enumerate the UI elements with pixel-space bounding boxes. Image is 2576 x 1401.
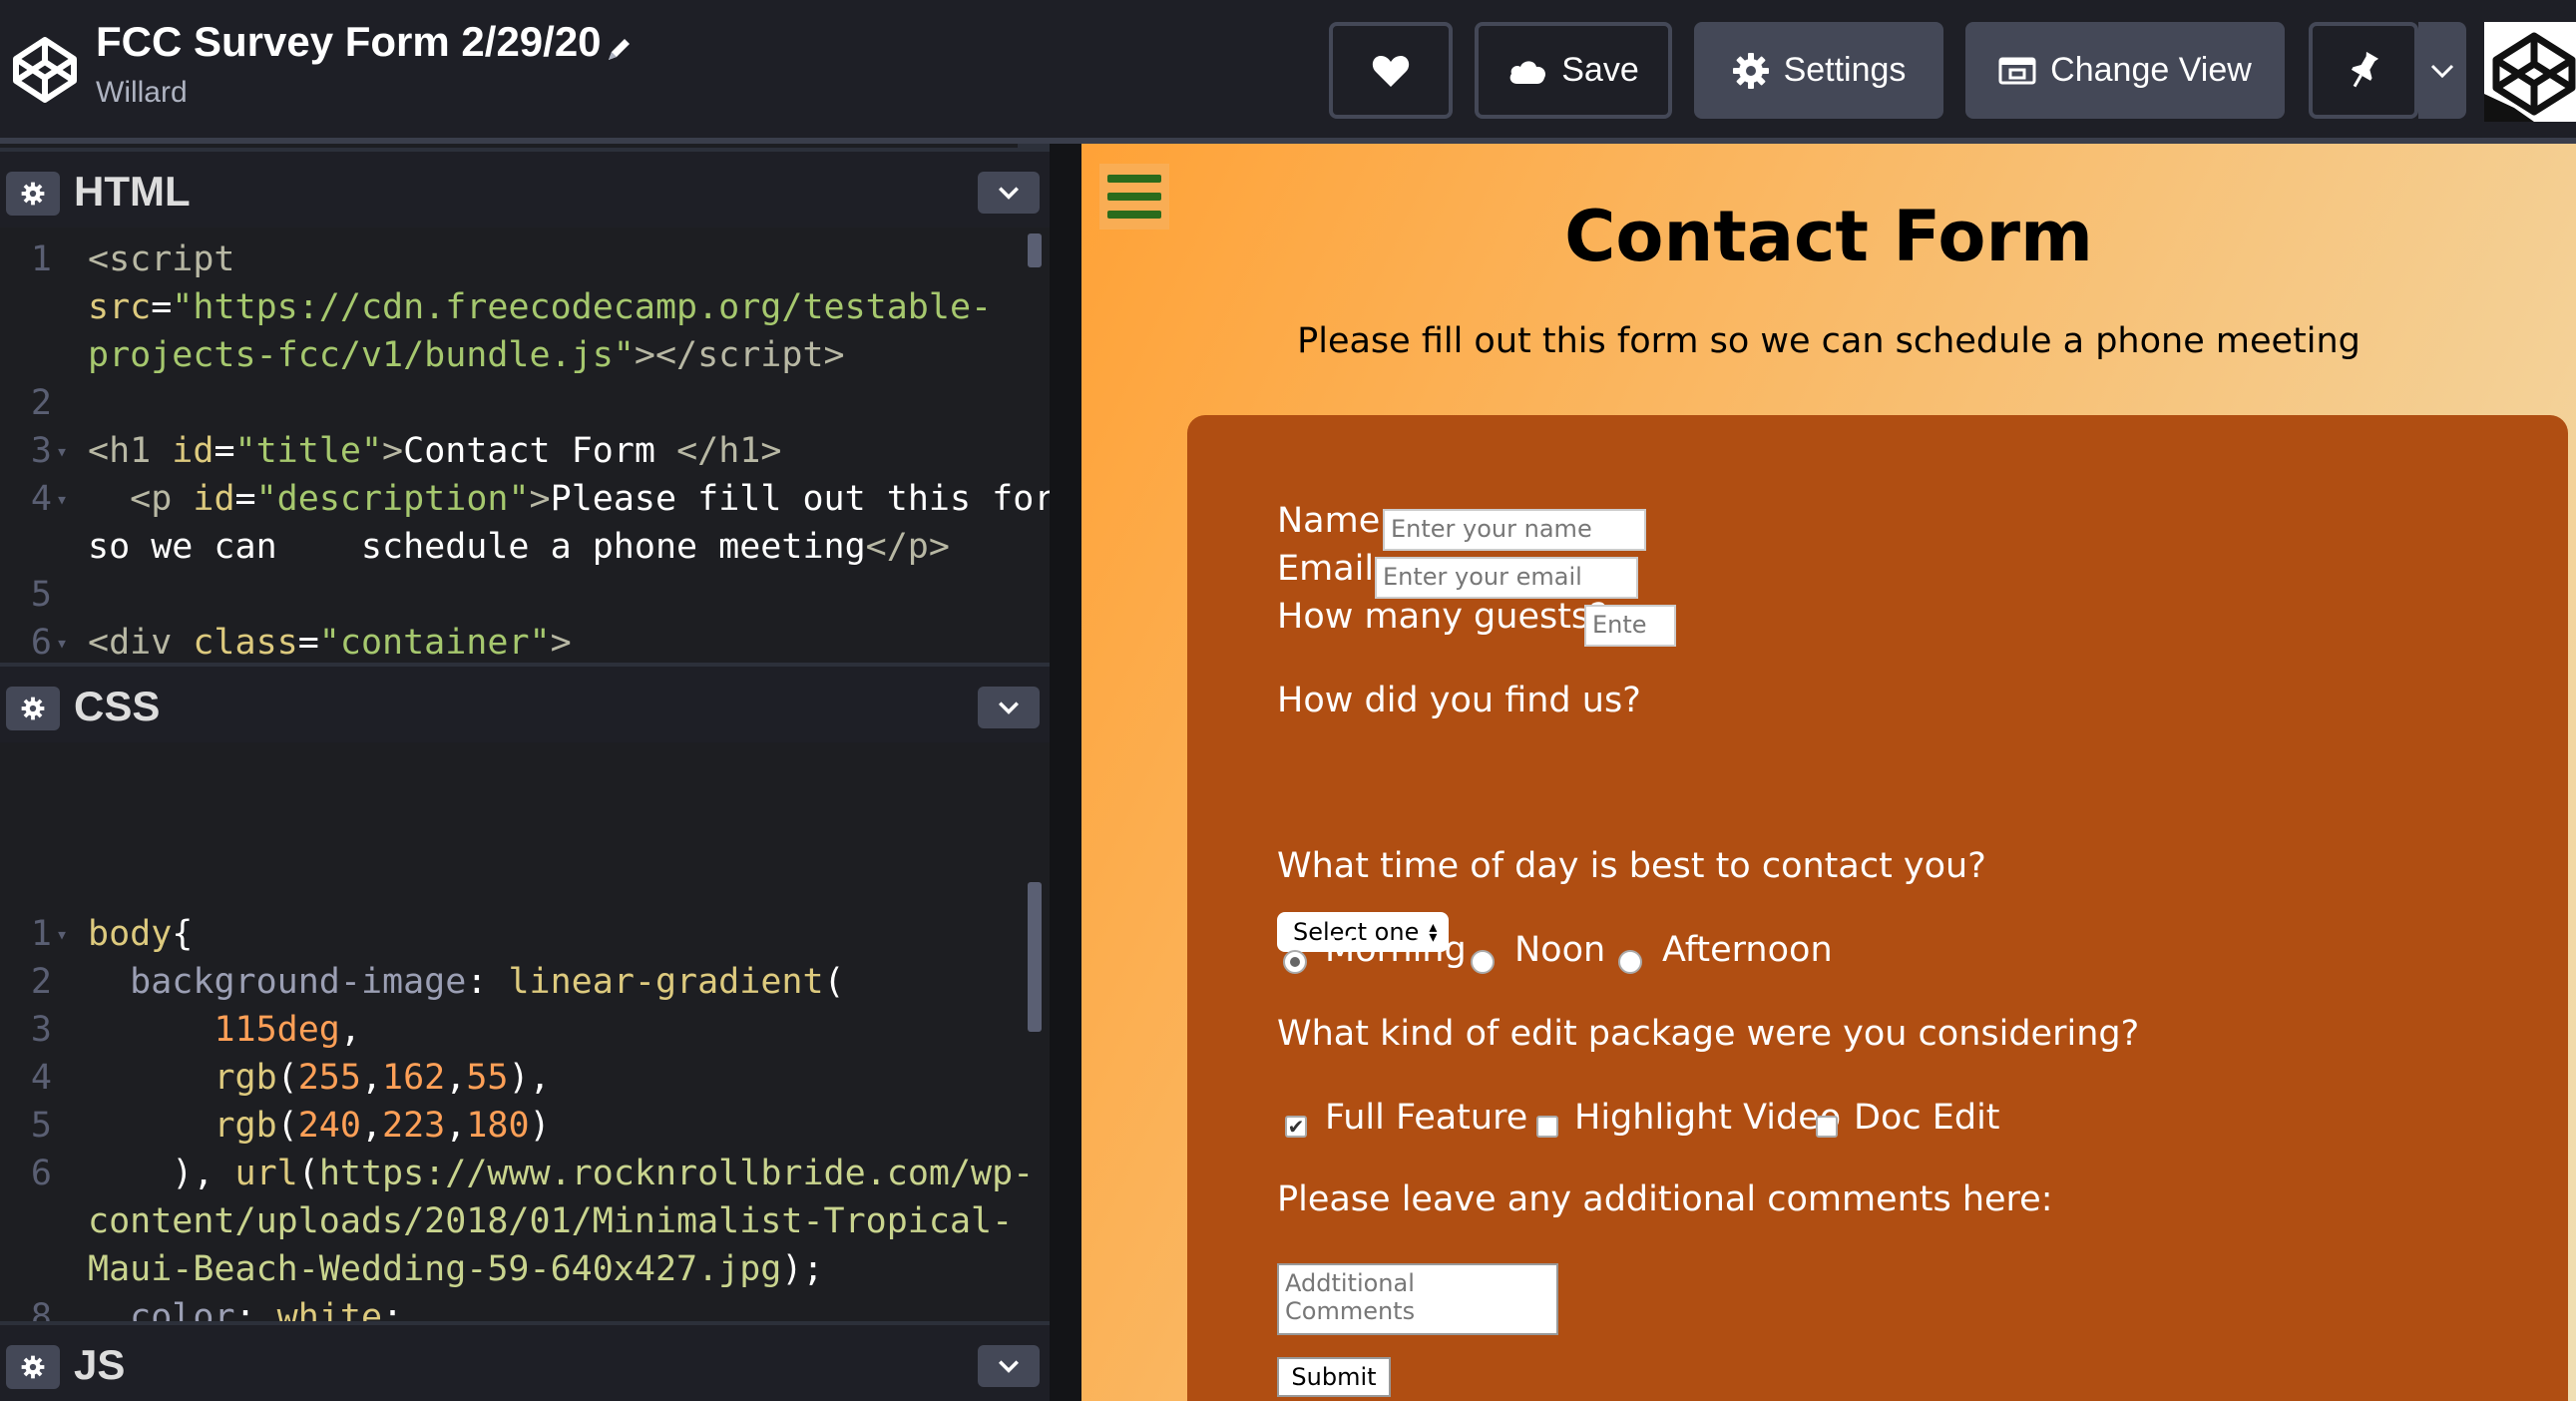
form-title: Contact Form [1564,196,2093,277]
settings-label: Settings [1783,51,1907,89]
html-editor-menu-button[interactable] [978,172,1040,214]
css-editor-title: CSS [74,683,161,729]
pin-menu-button[interactable] [2418,22,2466,119]
html-editor-title: HTML [74,168,191,215]
guests-label: How many guests? [1277,597,1608,637]
radio-noon[interactable] [1471,950,1495,974]
preview-pane: Contact Form Please fill out this form s… [1081,144,2576,1401]
radio-morning[interactable] [1283,950,1307,974]
pen-author[interactable]: Willard [96,76,188,110]
guests-input[interactable]: Ente [1584,605,1676,647]
love-button[interactable] [1329,22,1453,119]
user-avatar[interactable] [2484,22,2576,122]
chevron-down-icon [999,701,1019,714]
checkbox-full-feature[interactable]: ✔ [1285,1116,1307,1138]
js-editor-menu-button[interactable] [978,1345,1040,1387]
change-view-button[interactable]: Change View [1965,22,2285,119]
layout-icon [1998,57,2036,84]
checkbox-full-feature-label: Full Feature [1325,1098,1528,1138]
comments-textarea[interactable]: Addtitional Comments [1277,1263,1558,1335]
css-editor-menu-button[interactable] [978,687,1040,728]
checkbox-highlight-video[interactable] [1536,1116,1558,1138]
codepen-avatar-icon [2484,22,2576,122]
comments-label: Please leave any additional comments her… [1277,1179,2053,1219]
radio-afternoon-label: Afternoon [1662,930,1833,970]
top-bar: FCC Survey Form 2/29/20 Willard Save Set… [0,0,2576,144]
change-view-label: Change View [2050,51,2252,89]
time-label: What time of day is best to contact you? [1277,846,1986,886]
gear-icon [21,182,45,206]
pencil-icon[interactable] [605,34,635,64]
heart-icon [1372,55,1410,87]
save-label: Save [1561,51,1639,89]
checkbox-doc-edit-label: Doc Edit [1854,1098,2000,1138]
css-editor-scrollbar[interactable] [1028,882,1042,1032]
pin-icon [2351,51,2379,87]
form-description: Please fill out this form so we can sche… [1297,321,2361,361]
submit-button[interactable]: Submit [1277,1357,1391,1397]
pen-title[interactable]: FCC Survey Form 2/29/20 [96,18,602,66]
find-us-label: How did you find us? [1277,681,1641,720]
editor-column: HTML 1 <script src="https://cdn.freecodec… [0,144,1050,1401]
gear-icon [1732,52,1769,89]
email-label: Email [1277,549,1375,589]
cloud-icon [1509,60,1546,84]
checkbox-highlight-video-label: Highlight Video [1574,1098,1842,1138]
chevron-down-icon [999,1360,1019,1373]
css-editor-header: CSS [0,663,1050,742]
radio-noon-label: Noon [1514,930,1606,970]
form-container: Name Enter your name Email Enter your em… [1187,415,2568,1401]
chevron-down-icon [999,187,1019,200]
save-button[interactable]: Save [1475,22,1672,119]
radio-morning-label: Morning [1325,930,1467,970]
chevron-down-icon [2430,64,2454,78]
css-settings-button[interactable] [6,687,60,730]
html-settings-button[interactable] [6,172,60,216]
js-editor-title: JS [74,1341,126,1388]
gear-icon [21,697,45,720]
name-label: Name [1277,501,1381,541]
css-code-editor[interactable]: 1 ▾ body{ 2 background-image: linear-gradi… [0,742,1050,1321]
radio-afternoon[interactable] [1618,950,1642,974]
js-editor-header: JS [0,1321,1050,1401]
name-input[interactable]: Enter your name [1383,509,1646,551]
js-settings-button[interactable] [6,1345,60,1389]
html-editor-header: HTML [0,148,1050,228]
gear-icon [21,1355,45,1379]
checkbox-doc-edit[interactable] [1816,1116,1838,1138]
settings-button[interactable]: Settings [1694,22,1943,119]
package-label: What kind of edit package were you consi… [1277,1014,2140,1054]
codepen-logo-icon[interactable] [10,34,80,106]
email-input[interactable]: Enter your email [1375,557,1638,599]
html-editor-scrollbar[interactable] [1028,234,1042,267]
pin-button[interactable] [2309,22,2418,119]
